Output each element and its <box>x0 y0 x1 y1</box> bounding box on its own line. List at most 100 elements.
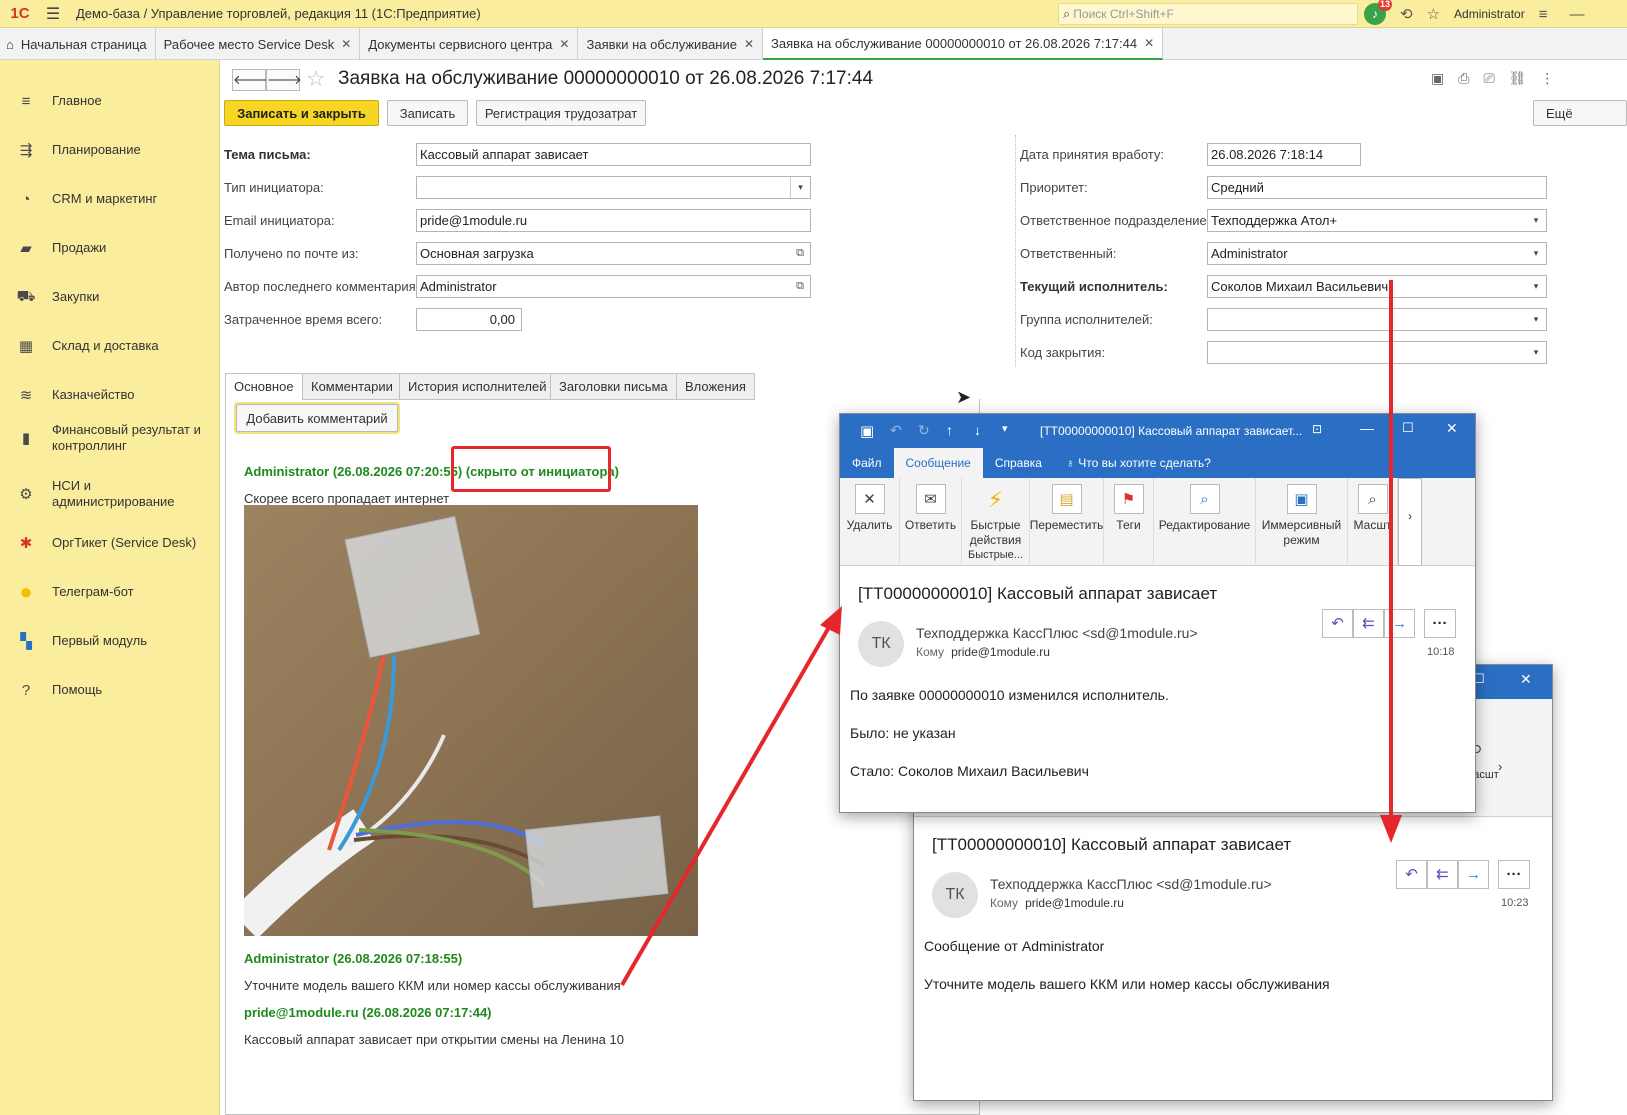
ribbon-scroll-icon[interactable]: › <box>1498 759 1502 774</box>
tab-service-desk-workplace[interactable]: Рабочее место Service Desk ✕ <box>156 28 361 60</box>
form-tab[interactable]: Комментарии <box>302 373 402 400</box>
back-arrow-icon[interactable]: 🡐 <box>232 69 268 91</box>
save-icon[interactable]: ▣ <box>860 422 874 440</box>
more-vertical-icon[interactable]: ⋮ <box>1540 70 1554 87</box>
form-field-input[interactable]: 26.08.2026 7:18:14 <box>1207 143 1361 166</box>
dropdown-arrow-icon[interactable]: ▾ <box>1526 309 1546 330</box>
menu-file[interactable]: Файл <box>840 448 894 478</box>
form-field-input[interactable]: Техподдержка Атол+ ▾ <box>1207 209 1547 232</box>
link-icon[interactable]: ⛓ <box>1509 70 1527 87</box>
form-field-input[interactable]: Средний <box>1207 176 1547 199</box>
dropdown-arrow-icon[interactable]: ▾ <box>1526 243 1546 264</box>
down-arrow-icon[interactable]: ↓ <box>974 422 981 438</box>
form-field-input[interactable]: Основная загрузка ⧉ <box>416 242 811 265</box>
sidebar-item[interactable]: ? Помощь <box>0 674 220 706</box>
ribbon-button[interactable]: ⚑ Теги <box>1104 478 1154 566</box>
dropdown-arrow-icon[interactable]: ▾ <box>1526 276 1546 297</box>
open-form-icon[interactable]: ⧉ <box>790 243 810 264</box>
sidebar-item[interactable]: ▦ Склад и доставка <box>0 330 220 362</box>
sidebar-item[interactable]: ≡ Главное <box>0 85 220 117</box>
add-comment-button[interactable]: Добавить комментарий <box>236 404 398 432</box>
labor-registration-button[interactable]: Регистрация трудозатрат <box>476 100 646 126</box>
form-field-input[interactable]: pride@1module.ru <box>416 209 811 232</box>
sidebar-item[interactable]: ▮ Финансовый результат и контроллинг <box>0 422 220 454</box>
menu-message[interactable]: Сообщение <box>893 448 983 478</box>
sidebar-item[interactable]: ✱ ОргТикет (Service Desk) <box>0 527 220 559</box>
form-field-input[interactable]: Кассовый аппарат зависает <box>416 143 811 166</box>
history-icon[interactable]: ⟲ <box>1400 5 1413 23</box>
forward-icon[interactable]: → <box>1384 609 1415 638</box>
form-field-input[interactable]: ▾ <box>1207 341 1547 364</box>
open-form-icon[interactable]: ⧉ <box>790 276 810 297</box>
close-icon[interactable]: ✕ <box>1446 420 1458 437</box>
ribbon-button[interactable]: ✕ Удалить <box>840 478 900 566</box>
reply-icon[interactable]: ↶ <box>1322 609 1353 638</box>
ribbon-scroll-icon[interactable]: › <box>1398 478 1422 566</box>
global-search-input[interactable]: ⌕ Поиск Ctrl+Shift+F <box>1058 3 1358 25</box>
notifications-bell-icon[interactable]: ♪ 13 <box>1364 0 1392 25</box>
close-icon[interactable]: ✕ <box>1144 36 1154 50</box>
ribbon-button[interactable]: ⌕ Масшт <box>1348 478 1398 566</box>
tab-service-requests[interactable]: Заявки на обслуживание ✕ <box>578 28 764 60</box>
close-icon[interactable]: ✕ <box>559 37 569 51</box>
more-button[interactable]: Ещё <box>1533 100 1627 126</box>
undo-icon[interactable]: ↶ <box>890 422 902 439</box>
sidebar-item[interactable]: ≋ Казначейство <box>0 379 220 411</box>
sidebar-item[interactable]: ● Телеграм-бот <box>0 576 220 608</box>
dropdown-arrow-icon[interactable]: ▾ <box>1526 342 1546 363</box>
preview-icon[interactable]: ⎚ <box>1483 70 1494 87</box>
form-tab[interactable]: Основное <box>225 373 303 400</box>
sidebar-item[interactable]: ▰ Продажи <box>0 232 220 264</box>
reply-icon[interactable]: ↶ <box>1396 860 1427 889</box>
ribbon-button[interactable]: ⚡ Быстрые действия Быстрые... <box>962 478 1030 566</box>
dropdown-arrow-icon[interactable]: ▾ <box>790 177 810 198</box>
sidebar-item[interactable]: ⛟ Закупки <box>0 281 220 313</box>
form-field-input[interactable]: Соколов Михаил Васильевич ▾ <box>1207 275 1547 298</box>
form-field-input[interactable]: Administrator ⧉ <box>416 275 811 298</box>
close-icon[interactable]: ✕ <box>744 37 754 51</box>
save-button[interactable]: Записать <box>387 100 468 126</box>
ribbon-button[interactable]: ▤ Переместить <box>1030 478 1104 566</box>
dropdown-arrow-icon[interactable]: ▾ <box>1526 210 1546 231</box>
sidebar-item[interactable]: ⚙ НСИ и администрирование <box>0 478 220 510</box>
reply-all-icon[interactable]: ⇇ <box>1427 860 1458 889</box>
customize-toolbar-icon[interactable]: ▾ <box>1002 422 1008 435</box>
forward-icon[interactable]: → <box>1458 860 1489 889</box>
close-icon[interactable]: ✕ <box>1520 671 1532 688</box>
sidebar-item[interactable]: ▚ Первый модуль <box>0 625 220 657</box>
tab-current-request[interactable]: Заявка на обслуживание 00000000010 от 26… <box>763 28 1164 60</box>
form-tab[interactable]: Вложения <box>676 373 755 400</box>
save-disk-icon[interactable]: ▣ <box>1431 70 1444 87</box>
menu-help[interactable]: Справка <box>983 448 1054 478</box>
settings-menu-icon[interactable]: ≡ <box>1539 6 1548 23</box>
sidebar-item[interactable]: ◔ CRM и маркетинг <box>0 183 220 215</box>
reply-all-icon[interactable]: ⇇ <box>1353 609 1384 638</box>
more-actions-icon[interactable]: ··· <box>1498 860 1530 889</box>
sidebar-item[interactable]: ⇶ Планирование <box>0 134 220 166</box>
ribbon-button[interactable]: ▣ Иммерсивный режим <box>1256 478 1348 566</box>
save-and-close-button[interactable]: Записать и закрыть <box>224 100 379 126</box>
favorites-star-icon[interactable]: ☆ <box>1427 5 1440 23</box>
form-field-input[interactable]: Administrator ▾ <box>1207 242 1547 265</box>
form-field-input[interactable]: 0,00 <box>416 308 522 331</box>
forward-arrow-icon[interactable]: 🡒 <box>266 69 302 91</box>
minimize-window-icon[interactable]: — <box>1569 6 1584 23</box>
print-icon[interactable]: ⎙ <box>1458 70 1469 87</box>
form-field-input[interactable]: ▾ <box>416 176 811 199</box>
form-tab[interactable]: Заголовки письма <box>550 373 677 400</box>
tab-home[interactable]: ⌂ Начальная страница <box>0 28 156 60</box>
up-arrow-icon[interactable]: ↑ <box>946 422 953 438</box>
tell-me-box[interactable]: ♁ Что вы хотите сделать? <box>1054 448 1223 478</box>
maximize-icon[interactable]: ☐ <box>1402 420 1414 436</box>
ribbon-button[interactable]: ✉ Ответить <box>900 478 962 566</box>
redo-icon[interactable]: ↻ <box>918 422 930 439</box>
form-field-input[interactable]: ▾ <box>1207 308 1547 331</box>
form-tab[interactable]: История исполнителей <box>399 373 556 400</box>
more-actions-icon[interactable]: ··· <box>1424 609 1456 638</box>
tab-service-center-documents[interactable]: Документы сервисного центра ✕ <box>360 28 579 60</box>
current-user[interactable]: Administrator <box>1454 7 1525 21</box>
ribbon-button[interactable]: ⌕ Редактирование <box>1154 478 1256 566</box>
minimize-icon[interactable]: — <box>1360 420 1374 436</box>
favorite-star-icon[interactable]: ☆ <box>306 66 326 92</box>
close-icon[interactable]: ✕ <box>341 37 351 51</box>
